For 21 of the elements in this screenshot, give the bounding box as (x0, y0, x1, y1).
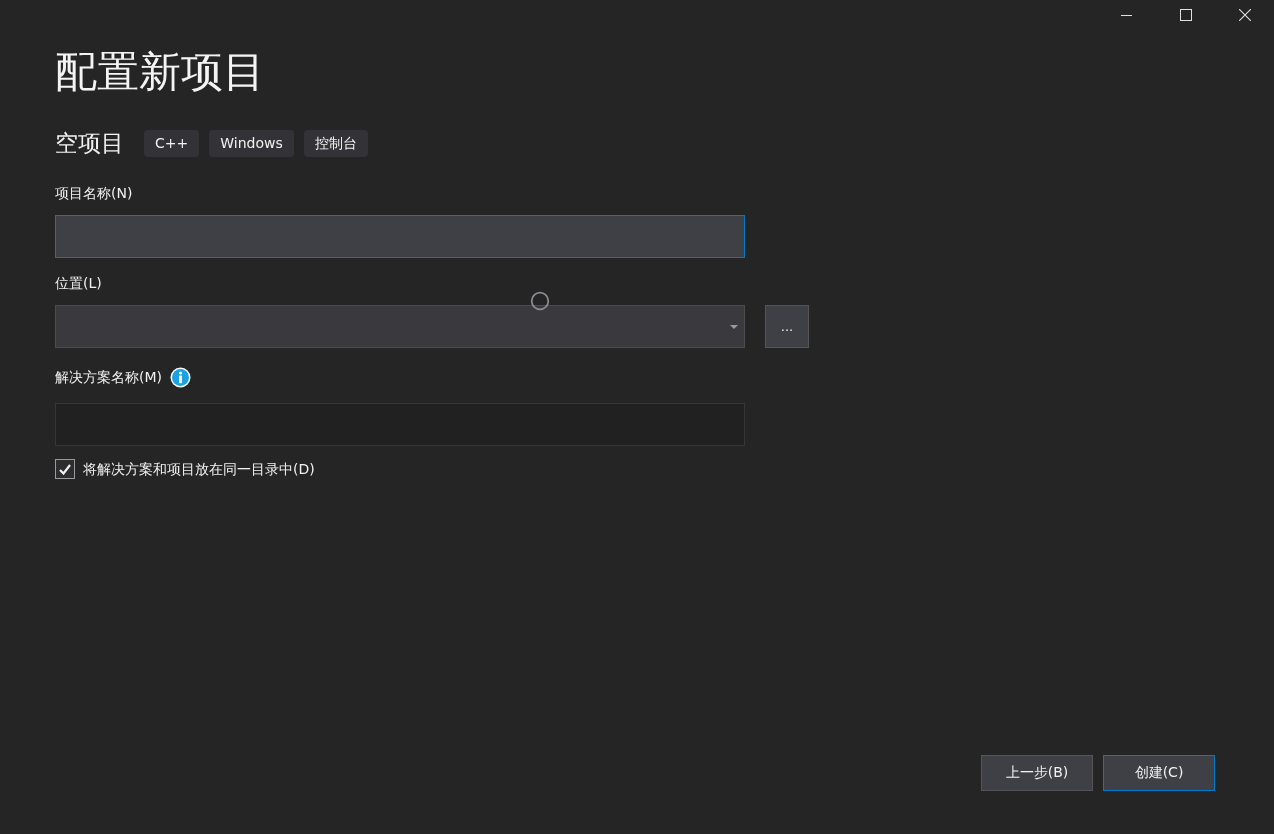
ring-icon (530, 291, 550, 311)
dialog-button[interactable]: 创建(C) (1103, 755, 1215, 791)
field-label: 项目名称(N) (55, 184, 133, 203)
minimize-icon (1121, 14, 1132, 16)
template-tag: 控制台 (303, 129, 368, 157)
caret-icon (730, 324, 738, 329)
location-dropdown[interactable] (55, 305, 745, 348)
dialog-button[interactable]: 上一步(B) (981, 755, 1093, 791)
checkbox[interactable] (55, 459, 75, 479)
template-name: 空项目 (55, 128, 124, 158)
browse-button[interactable]: ... (765, 305, 809, 348)
close-icon (1238, 9, 1251, 21)
template-tag: C++ (144, 129, 200, 157)
page-title: 配置新项目 (55, 46, 265, 98)
field-label: 位置(L) (55, 274, 102, 293)
template-tag: Windows (209, 129, 294, 157)
field-label: 解决方案名称(M) (55, 368, 162, 387)
checkmark-icon (59, 463, 71, 475)
maximize-icon (1179, 9, 1192, 21)
input-field[interactable] (55, 215, 745, 258)
checkbox-label: 将解决方案和项目放在同一目录中(D) (83, 460, 315, 479)
